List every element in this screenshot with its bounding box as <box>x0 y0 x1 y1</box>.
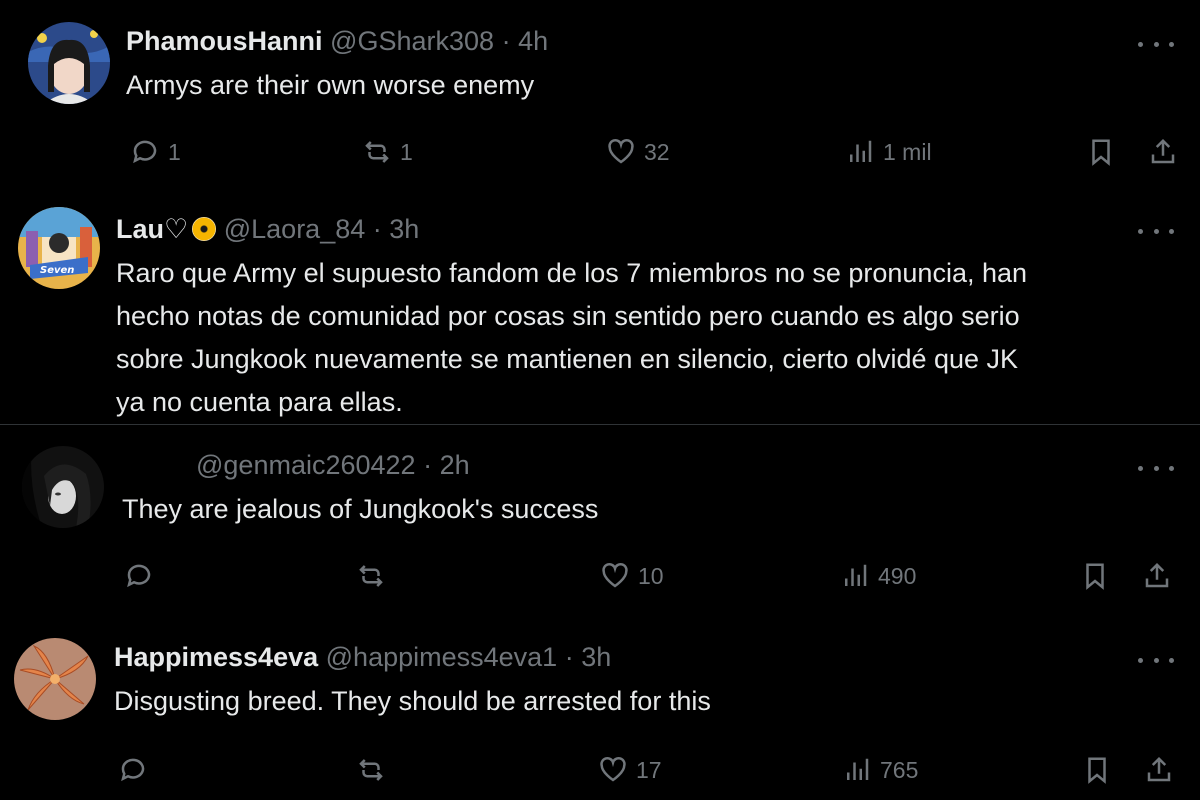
timestamp[interactable]: 4h <box>518 26 548 56</box>
reply-button[interactable] <box>118 750 156 790</box>
bookmark-button[interactable] <box>1082 750 1112 790</box>
post-phamoushanni[interactable]: PhamousHanni @GShark308 · 4h Armys are t… <box>0 0 1200 190</box>
reply-icon <box>127 564 151 588</box>
bookmark-icon <box>1086 563 1104 590</box>
like-button[interactable]: 10 <box>600 556 664 596</box>
bookmark-icon <box>1092 139 1110 166</box>
avatar[interactable] <box>22 446 104 528</box>
heart-icon <box>600 756 626 782</box>
reply-thread: PhamousHanni @GShark308 · 4h Armys are t… <box>0 0 1200 800</box>
share-button[interactable] <box>1148 132 1178 172</box>
avatar[interactable] <box>28 22 110 104</box>
separator: · <box>423 450 433 480</box>
username[interactable]: @Laora_84 <box>224 214 366 244</box>
share-icon <box>1147 756 1171 782</box>
reply-icon <box>121 758 145 782</box>
separator: · <box>372 214 382 244</box>
views-count: 1 mil <box>883 139 932 165</box>
separator: · <box>501 26 511 56</box>
share-button[interactable] <box>1144 750 1174 790</box>
like-button[interactable]: 17 <box>598 750 662 790</box>
timestamp[interactable]: 3h <box>389 214 419 244</box>
timestamp[interactable]: 3h <box>581 642 611 672</box>
post-header: @genmaic260422 · 2h <box>196 448 470 482</box>
bookmark-button[interactable] <box>1086 132 1116 172</box>
post-header: PhamousHanni @GShark308 · 4h <box>126 24 548 58</box>
views-button[interactable]: 765 <box>842 750 918 790</box>
post-header: Happimess4eva @happimess4eva1 · 3h <box>114 640 611 674</box>
like-button[interactable]: 32 <box>606 132 670 172</box>
bookmark-button[interactable] <box>1080 556 1110 596</box>
post-lau[interactable]: Seven Lau♡ @Laora_84 · 3h Raro que Army … <box>0 195 1200 421</box>
post-text: Raro que Army el supuesto fandom de los … <box>116 252 1027 424</box>
views-count: 765 <box>880 757 919 783</box>
avatar[interactable] <box>14 638 96 720</box>
repost-icon <box>365 141 389 163</box>
divider <box>0 424 1200 425</box>
repost-button[interactable] <box>356 556 394 596</box>
username[interactable]: @genmaic260422 <box>196 450 416 480</box>
more-icon[interactable] <box>1138 34 1174 54</box>
repost-icon <box>359 565 383 587</box>
share-icon <box>1145 562 1169 588</box>
post-genmaic[interactable]: @genmaic260422 · 2h They are jealous of … <box>0 430 1200 620</box>
username[interactable]: @GShark308 <box>330 26 494 56</box>
reply-count: 1 <box>168 139 181 165</box>
post-text-line: They are jealous of Jungkook's success <box>122 494 599 524</box>
like-count: 17 <box>636 757 662 783</box>
post-actions: 10 490 <box>0 556 1200 596</box>
post-text-line: Armys are their own worse enemy <box>126 70 535 100</box>
separator: · <box>564 642 574 672</box>
post-text-line: ya no cuenta para ellas. <box>116 387 403 417</box>
post-actions: 1 1 32 1 mil <box>0 132 1200 172</box>
views-button[interactable]: 490 <box>840 556 916 596</box>
like-count: 32 <box>644 139 670 165</box>
post-header: Lau♡ @Laora_84 · 3h <box>116 212 419 246</box>
post-text-line: Raro que Army el supuesto fandom de los … <box>116 258 1028 288</box>
post-text: Disgusting breed. They should be arreste… <box>114 680 711 723</box>
post-text-line: Disgusting breed. They should be arreste… <box>114 686 711 716</box>
username[interactable]: @happimess4eva1 <box>326 642 558 672</box>
post-actions: 17 765 <box>0 750 1200 790</box>
timestamp[interactable]: 2h <box>440 450 470 480</box>
repost-button[interactable] <box>356 750 394 790</box>
share-button[interactable] <box>1142 556 1172 596</box>
display-name[interactable]: PhamousHanni <box>126 26 323 56</box>
repost-button[interactable]: 1 <box>362 132 413 172</box>
repost-count: 1 <box>400 139 413 165</box>
display-name[interactable]: Happimess4eva <box>114 642 318 672</box>
bookmark-icon <box>1088 757 1106 784</box>
more-icon[interactable] <box>1138 650 1174 670</box>
reply-button[interactable] <box>124 556 162 596</box>
more-icon[interactable] <box>1138 221 1174 241</box>
verified-org-badge-icon <box>192 217 217 241</box>
heart-icon <box>602 562 628 588</box>
post-text-line: sobre Jungkook nuevamente se mantienen e… <box>116 344 1019 374</box>
reply-icon <box>133 140 157 164</box>
views-icon <box>847 758 869 780</box>
post-text-line: hecho notas de comunidad por cosas sin s… <box>116 301 1020 331</box>
svg-text:Seven: Seven <box>40 265 74 276</box>
views-button[interactable]: 1 mil <box>845 132 932 172</box>
like-count: 10 <box>638 563 664 589</box>
repost-icon <box>359 759 383 781</box>
display-name[interactable]: Lau♡ <box>116 214 188 244</box>
more-icon[interactable] <box>1138 458 1174 478</box>
avatar[interactable]: Seven <box>18 207 100 289</box>
reply-button[interactable]: 1 <box>130 132 181 172</box>
post-text: They are jealous of Jungkook's success <box>122 488 598 531</box>
heart-icon <box>608 138 634 164</box>
share-icon <box>1151 138 1175 164</box>
views-icon <box>850 140 872 162</box>
post-happimess4eva[interactable]: Happimess4eva @happimess4eva1 · 3h Disgu… <box>0 622 1200 800</box>
views-icon <box>845 564 867 586</box>
post-text: Armys are their own worse enemy <box>126 64 534 107</box>
views-count: 490 <box>878 563 917 589</box>
